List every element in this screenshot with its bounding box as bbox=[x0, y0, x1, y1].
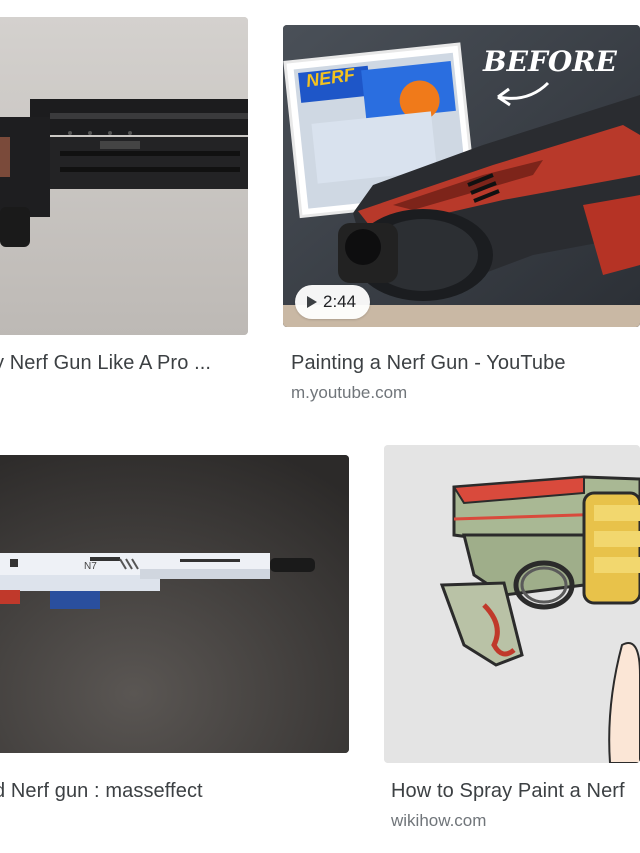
before-label: BEFORE bbox=[482, 45, 618, 78]
play-icon bbox=[307, 296, 317, 308]
gun-marking-text: N7 bbox=[84, 561, 97, 572]
result-thumbnail-3[interactable]: N7 bbox=[0, 455, 349, 753]
result-caption-4[interactable]: How to Spray Paint a Nerf bbox=[391, 780, 625, 803]
revolver-illustration bbox=[384, 445, 640, 763]
painted-nerf-image: NERF BEFORE bbox=[283, 25, 640, 327]
result-thumbnail-4[interactable] bbox=[384, 445, 640, 763]
result-thumbnail-2[interactable]: NERF BEFORE 2:44 bbox=[283, 25, 640, 327]
video-duration: 2:44 bbox=[323, 292, 357, 311]
result-caption-2[interactable]: Painting a Nerf Gun - YouTube bbox=[291, 352, 566, 375]
result-caption-1[interactable]: y Nerf Gun Like A Pro ... bbox=[0, 352, 211, 375]
white-rifle-image: N7 bbox=[0, 455, 349, 753]
image-results-grid: y Nerf Gun Like A Pro ... NERF BEFORE 2:… bbox=[0, 0, 640, 853]
video-duration-badge: 2:44 bbox=[295, 285, 371, 319]
result-source-4[interactable]: wikihow.com bbox=[391, 811, 486, 831]
result-thumbnail-1[interactable] bbox=[0, 17, 248, 335]
result-caption-3[interactable]: d Nerf gun : masseffect bbox=[0, 780, 203, 803]
rifle-image bbox=[0, 17, 248, 335]
result-source-2[interactable]: m.youtube.com bbox=[291, 383, 407, 403]
